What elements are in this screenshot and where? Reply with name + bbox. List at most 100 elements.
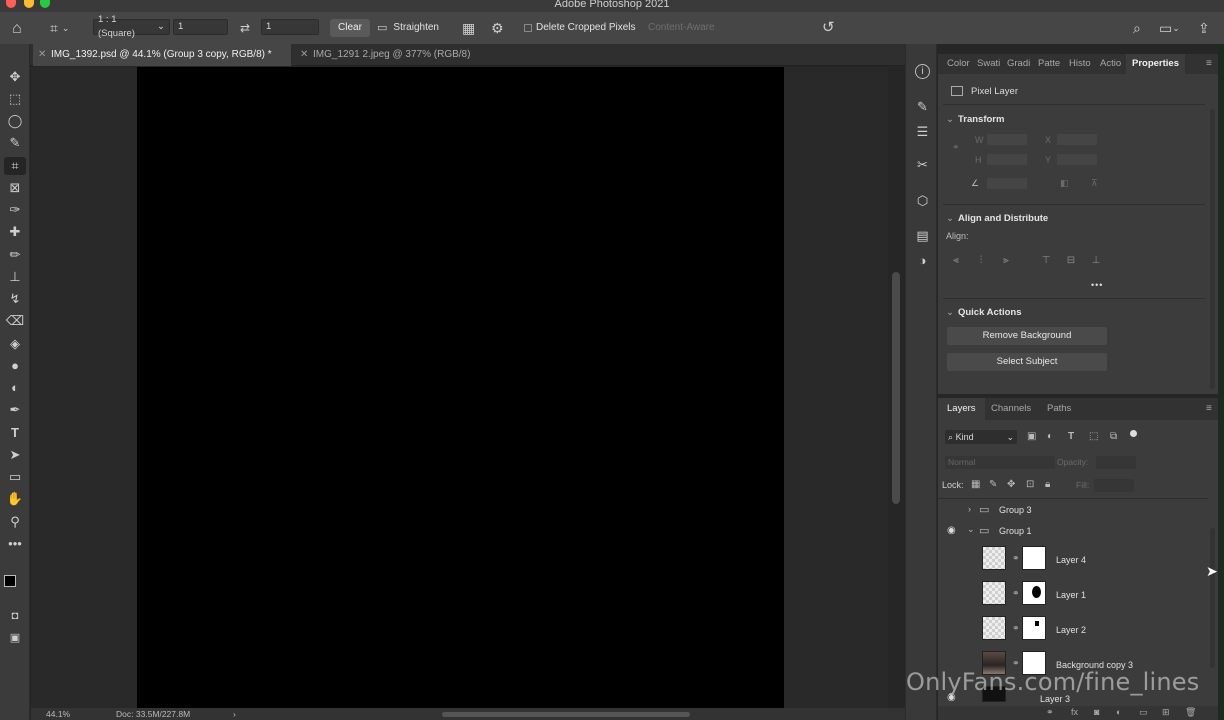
filter-type-icon[interactable]: T bbox=[1068, 431, 1074, 442]
layer-row-group-3[interactable]: › ▭ Group 3 bbox=[938, 500, 1210, 520]
layer-filter-select[interactable]: ⌕ Kind ⌄ bbox=[945, 430, 1017, 444]
new-layer-icon[interactable]: ⊞ bbox=[1162, 707, 1170, 718]
color-wheel-icon[interactable]: ◑ bbox=[914, 252, 931, 269]
3d-icon[interactable]: ⬡ bbox=[914, 192, 931, 209]
share-icon[interactable]: ⇪ bbox=[1198, 19, 1210, 36]
tab-gradients[interactable]: Gradi bbox=[1007, 54, 1030, 74]
zoom-level[interactable]: 44.1% bbox=[46, 709, 70, 719]
transform-heading[interactable]: ⌄ Transform bbox=[946, 114, 1004, 125]
move-tool-icon[interactable]: ✥ bbox=[4, 68, 26, 86]
align-right-icon[interactable]: ⫸ bbox=[1000, 255, 1012, 267]
tab-swatches[interactable]: Swati bbox=[977, 54, 1000, 74]
flip-horizontal-icon[interactable]: ◧ bbox=[1060, 178, 1069, 189]
lock-transparent-icon[interactable]: ▦ bbox=[971, 479, 980, 490]
brush-tool-icon[interactable]: ✏ bbox=[4, 246, 26, 264]
zoom-tool-icon[interactable]: ⚲ bbox=[4, 513, 26, 531]
tab-properties[interactable]: Properties bbox=[1126, 54, 1185, 74]
lock-position-icon[interactable]: ✥ bbox=[1007, 479, 1015, 490]
align-hcenter-icon[interactable]: ⫶ bbox=[975, 255, 987, 267]
panel-menu-icon[interactable]: ≡ bbox=[1206, 54, 1212, 74]
delete-cropped-checkbox[interactable]: Delete Cropped Pixels bbox=[524, 19, 636, 36]
tab-patterns[interactable]: Patte bbox=[1038, 54, 1060, 74]
layer-mask-thumbnail[interactable] bbox=[1022, 546, 1046, 570]
filter-shape-icon[interactable]: ⬚ bbox=[1089, 431, 1098, 442]
tab-color[interactable]: Color bbox=[947, 54, 970, 74]
chevron-down-icon[interactable]: ⌄ bbox=[967, 524, 975, 535]
close-tab-icon[interactable]: ✕ bbox=[38, 44, 46, 66]
align-heading[interactable]: ⌄ Align and Distribute bbox=[946, 213, 1048, 224]
x-field[interactable] bbox=[1057, 134, 1097, 145]
lock-artboard-icon[interactable]: ⊡ bbox=[1026, 479, 1034, 490]
pen-tool-icon[interactable]: ✒ bbox=[4, 401, 26, 419]
quick-select-tool-icon[interactable]: ✎ bbox=[4, 134, 26, 152]
ratio-select[interactable]: 1 : 1 (Square) ⌄ bbox=[93, 14, 170, 39]
lock-all-icon[interactable]: 🔒︎ bbox=[1045, 479, 1050, 490]
libraries-icon[interactable]: ▤ bbox=[914, 227, 931, 244]
foreground-color-swatch[interactable] bbox=[4, 575, 16, 587]
remove-background-button[interactable]: Remove Background bbox=[947, 327, 1107, 345]
lasso-tool-icon[interactable]: ◯ bbox=[4, 112, 26, 130]
link-icon[interactable]: ⚭ bbox=[952, 142, 960, 153]
align-top-icon[interactable]: ⊤ bbox=[1040, 255, 1052, 267]
more-tools-icon[interactable]: ••• bbox=[4, 535, 26, 553]
info-icon[interactable]: i bbox=[915, 64, 930, 79]
align-left-icon[interactable]: ⫷ bbox=[950, 255, 962, 267]
link-icon[interactable]: ⚭ bbox=[1012, 588, 1020, 599]
flip-vertical-icon[interactable]: ⊼ bbox=[1091, 178, 1098, 189]
angle-field[interactable] bbox=[987, 178, 1027, 189]
clear-button[interactable]: Clear bbox=[330, 19, 370, 37]
properties-scrollbar[interactable] bbox=[1210, 109, 1215, 389]
layer-row-layer-1[interactable]: ⚭ Layer 1 bbox=[938, 579, 1210, 613]
filter-adjustment-icon[interactable]: ◐ bbox=[1047, 431, 1053, 442]
filter-smart-object-icon[interactable]: ⧉ bbox=[1110, 431, 1117, 442]
brush-settings-icon[interactable]: ✎ bbox=[914, 98, 931, 115]
workspace-icon[interactable]: ▭ ⌄ bbox=[1159, 19, 1180, 36]
width-field[interactable]: 1 bbox=[173, 19, 228, 35]
more-options-icon[interactable]: ••• bbox=[1091, 280, 1103, 290]
tools-presets-icon[interactable]: ✂ bbox=[914, 156, 931, 173]
add-mask-icon[interactable]: ◙ bbox=[1094, 707, 1099, 717]
select-subject-button[interactable]: Select Subject bbox=[947, 353, 1107, 371]
rectangle-tool-icon[interactable]: ▭ bbox=[4, 468, 26, 486]
link-layers-icon[interactable]: ⚭ bbox=[1046, 707, 1054, 718]
layer-mask-thumbnail[interactable] bbox=[1022, 616, 1046, 640]
h-field[interactable] bbox=[987, 154, 1027, 165]
chevron-right-icon[interactable]: › bbox=[968, 504, 971, 514]
tab-histogram[interactable]: Histo bbox=[1069, 54, 1091, 74]
path-select-icon[interactable]: ➤ bbox=[4, 446, 26, 464]
align-bottom-icon[interactable]: ⊥ bbox=[1090, 255, 1102, 267]
quick-actions-heading[interactable]: ⌄ Quick Actions bbox=[946, 307, 1022, 318]
history-brush-icon[interactable]: ↯ bbox=[4, 290, 26, 308]
search-icon[interactable]: ⌕ bbox=[1133, 19, 1141, 36]
dodge-tool-icon[interactable]: ◐ bbox=[4, 379, 26, 397]
height-field[interactable]: 1 bbox=[261, 19, 319, 35]
eraser-tool-icon[interactable]: ⌫ bbox=[4, 312, 26, 330]
blur-tool-icon[interactable]: ● bbox=[4, 357, 26, 375]
grid-overlay-icon[interactable]: ▦ bbox=[462, 19, 475, 36]
hand-tool-icon[interactable]: ✋ bbox=[4, 490, 26, 508]
link-icon[interactable]: ⚭ bbox=[1012, 623, 1020, 634]
vertical-scroll-thumb[interactable] bbox=[892, 272, 900, 504]
swap-icon[interactable]: ⇄ bbox=[240, 19, 250, 36]
fx-icon[interactable]: fx bbox=[1071, 707, 1078, 717]
fill-field[interactable] bbox=[1094, 479, 1134, 492]
quick-mask-icon[interactable]: ◘ bbox=[4, 607, 26, 625]
horizontal-scroll-thumb[interactable] bbox=[442, 712, 690, 717]
layer-row-layer-2[interactable]: ⚭ Layer 2 bbox=[938, 614, 1210, 648]
y-field[interactable] bbox=[1057, 154, 1097, 165]
filter-toggle[interactable] bbox=[1130, 430, 1137, 437]
crop-tool-icon[interactable]: ⌗ bbox=[4, 157, 26, 175]
type-tool-icon[interactable]: T bbox=[4, 424, 26, 442]
tab-img-1392[interactable]: ✕ IMG_1392.psd @ 44.1% (Group 3 copy, RGB… bbox=[33, 44, 291, 66]
layer-row-layer-4[interactable]: ⚭ Layer 4 bbox=[938, 544, 1210, 578]
marquee-tool-icon[interactable]: ⬚ bbox=[4, 90, 26, 108]
status-arrow-icon[interactable]: › bbox=[233, 709, 236, 719]
tab-img-1291[interactable]: ✕ IMG_1291 2.jpeg @ 377% (RGB/8) bbox=[295, 44, 495, 66]
w-field[interactable] bbox=[987, 134, 1027, 145]
stamp-tool-icon[interactable]: ⊥ bbox=[4, 268, 26, 286]
tab-channels[interactable]: Channels bbox=[991, 398, 1031, 420]
adjustment-layer-icon[interactable]: ◐ bbox=[1116, 707, 1121, 717]
layers-menu-icon[interactable]: ≡ bbox=[1206, 398, 1212, 420]
gear-icon[interactable]: ⚙ bbox=[491, 19, 504, 36]
document-canvas[interactable] bbox=[137, 67, 784, 708]
